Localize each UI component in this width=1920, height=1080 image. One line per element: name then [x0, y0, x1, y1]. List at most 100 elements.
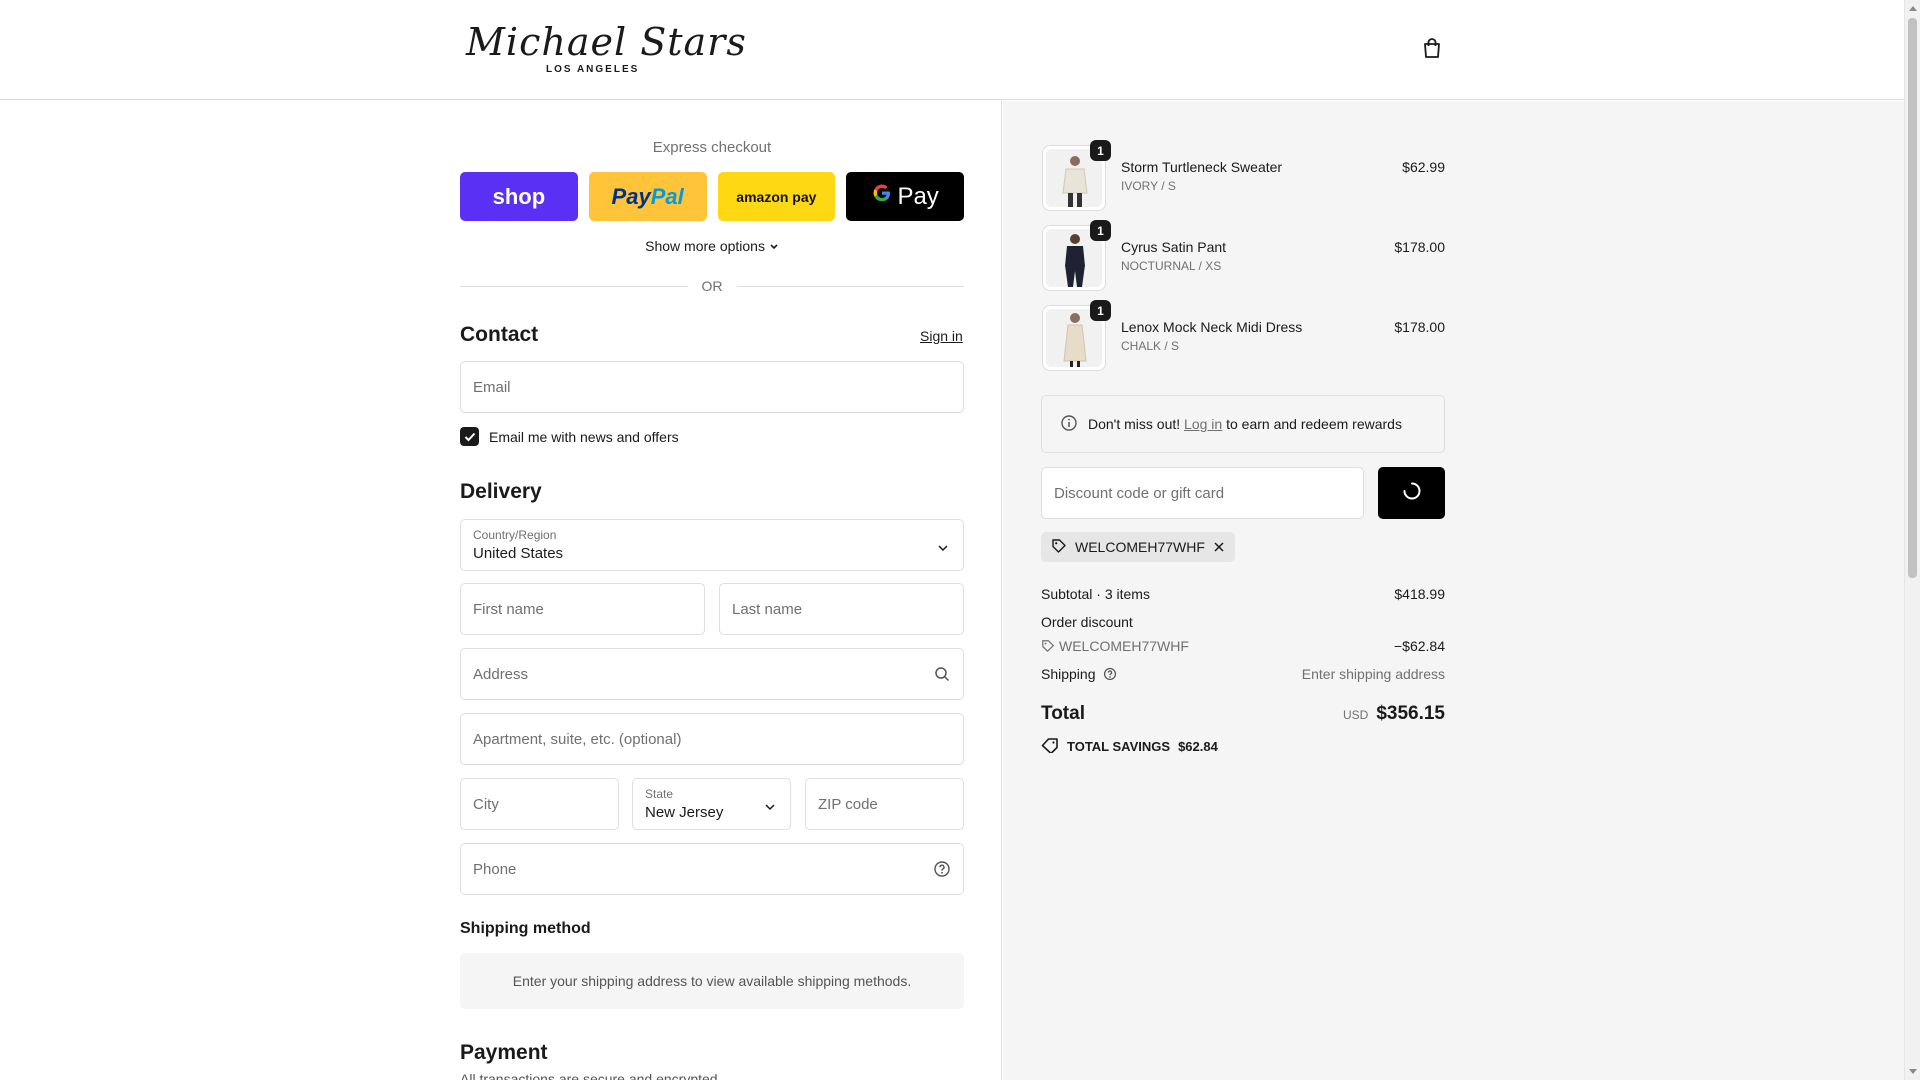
email-field[interactable]	[460, 361, 964, 413]
delivery-heading: Delivery	[460, 480, 542, 503]
search-icon	[933, 665, 951, 688]
discount-value: −$62.84	[1394, 638, 1445, 654]
shipping-row: Shipping Enter shipping address	[1041, 666, 1445, 682]
apartment-field[interactable]	[460, 713, 964, 765]
apartment-input[interactable]	[461, 714, 963, 764]
address-input[interactable]	[461, 649, 963, 699]
chevron-down-icon	[769, 238, 779, 254]
subtotal-value: $418.99	[1394, 586, 1445, 602]
checkmark-icon	[464, 432, 475, 441]
shipping-label-group: Shipping	[1041, 666, 1117, 682]
tag-icon	[1041, 737, 1059, 756]
shop-pay-button[interactable]: shop	[460, 172, 578, 221]
amazon-pay-label: amazon pay	[736, 188, 817, 205]
scrollbar-thumb[interactable]	[1908, 18, 1917, 578]
country-select[interactable]: Country/Region United States	[460, 519, 964, 571]
savings-label: TOTAL SAVINGS	[1067, 739, 1171, 754]
amazon-pay-button[interactable]: amazon pay	[717, 172, 836, 221]
google-pay-button[interactable]: Pay	[846, 172, 964, 221]
brand-logo-subtitle: LOS ANGELES	[546, 64, 640, 75]
contact-heading: Contact	[460, 323, 539, 346]
rewards-login-link[interactable]: Log in	[1184, 416, 1222, 432]
page-scrollbar[interactable]	[1904, 0, 1920, 1080]
state-select[interactable]: State New Jersey	[632, 778, 791, 830]
chevron-down-icon	[764, 799, 776, 817]
newsletter-checkbox-row[interactable]: Email me with news and offers	[460, 427, 679, 446]
item-price: $62.99	[1402, 159, 1445, 175]
site-header: Michael Stars LOS ANGELES	[0, 0, 1904, 100]
item-name: Lenox Mock Neck Midi Dress	[1121, 319, 1303, 335]
close-icon[interactable]	[1213, 541, 1225, 553]
sign-in-link[interactable]: Sign in	[920, 328, 963, 344]
payment-heading: Payment	[460, 1041, 548, 1064]
shipping-method-heading: Shipping method	[460, 920, 591, 937]
item-variant: NOCTURNAL / XS	[1121, 259, 1222, 273]
or-text: OR	[701, 278, 723, 294]
loading-spinner-icon	[1402, 481, 1422, 506]
divider-line-right	[736, 285, 964, 287]
payment-subtitle: All transactions are secure and encrypte…	[460, 1071, 722, 1080]
city-input[interactable]	[461, 779, 618, 829]
zip-code-field[interactable]	[805, 778, 964, 830]
shipping-value: Enter shipping address	[1301, 666, 1445, 682]
subtotal-label: Subtotal · 3 items	[1041, 586, 1150, 602]
product-thumbnail: 1	[1042, 140, 1111, 211]
order-discount-row: Order discount	[1041, 614, 1445, 630]
paypal-label-part1: Pay	[611, 183, 651, 209]
country-label: Country/Region	[473, 528, 557, 542]
apply-discount-button[interactable]	[1378, 467, 1445, 519]
zip-code-input[interactable]	[806, 779, 963, 829]
phone-input[interactable]	[461, 844, 963, 894]
rewards-prefix: Don't miss out!	[1088, 416, 1181, 432]
discount-code-row: WELCOMEH77WHF −$62.84	[1041, 638, 1445, 654]
quantity-badge: 1	[1090, 140, 1111, 161]
help-circle-icon[interactable]	[933, 860, 951, 883]
total-savings: TOTAL SAVINGS $62.84	[1041, 737, 1218, 756]
divider-line-left	[460, 285, 688, 287]
chevron-down-icon	[937, 540, 949, 558]
state-label: State	[645, 787, 674, 801]
google-g-icon	[871, 182, 893, 211]
city-field[interactable]	[460, 778, 619, 830]
first-name-input[interactable]	[461, 584, 704, 634]
scroll-up-arrow-icon[interactable]	[1909, 6, 1917, 11]
country-value: United States	[473, 545, 564, 562]
address-field[interactable]	[460, 648, 964, 700]
item-name: Cyrus Satin Pant	[1121, 239, 1227, 255]
show-more-options-button[interactable]: Show more options	[460, 238, 964, 254]
google-pay-label: Pay	[897, 182, 939, 210]
shipping-label: Shipping	[1041, 666, 1096, 682]
item-price: $178.00	[1394, 239, 1445, 255]
paypal-button[interactable]: Pay Pal	[588, 172, 707, 221]
savings-value: $62.84	[1178, 739, 1218, 754]
cart-button[interactable]	[1418, 36, 1446, 64]
rewards-banner: Don't miss out! Log in to earn and redee…	[1041, 395, 1445, 453]
shop-pay-label: shop	[492, 183, 546, 209]
applied-discount-chip: WELCOMEH77WHF	[1041, 532, 1235, 562]
last-name-field[interactable]	[719, 583, 964, 635]
order-discount-label: Order discount	[1041, 614, 1133, 630]
scroll-down-arrow-icon[interactable]	[1909, 1069, 1917, 1074]
state-value: New Jersey	[645, 804, 724, 821]
item-variant: CHALK / S	[1121, 339, 1180, 353]
discount-code-text: WELCOMEH77WHF	[1059, 638, 1189, 654]
total-currency: USD	[1342, 708, 1369, 722]
discount-code-line: WELCOMEH77WHF	[1041, 638, 1189, 654]
first-name-field[interactable]	[460, 583, 705, 635]
product-thumbnail: 1	[1042, 300, 1111, 371]
phone-field[interactable]	[460, 843, 964, 895]
tag-icon	[1051, 538, 1067, 557]
cart-item: 1 Cyrus Satin Pant NOCTURNAL / XS $178.0…	[1040, 220, 1445, 291]
last-name-input[interactable]	[720, 584, 963, 634]
shipping-method-note: Enter your shipping address to view avai…	[460, 953, 964, 1009]
brand-logo[interactable]: Michael Stars LOS ANGELES	[460, 18, 746, 80]
quantity-badge: 1	[1090, 220, 1111, 241]
discount-code-field[interactable]	[1041, 467, 1364, 519]
email-input[interactable]	[461, 362, 963, 412]
applied-discount-code: WELCOMEH77WHF	[1075, 539, 1205, 555]
help-circle-icon[interactable]	[1103, 667, 1117, 681]
discount-code-input[interactable]	[1042, 468, 1363, 518]
newsletter-checkbox[interactable]	[460, 427, 479, 446]
cart-item: 1 Lenox Mock Neck Midi Dress CHALK / S $…	[1040, 300, 1445, 371]
total-amount: USD $356.15	[1343, 703, 1445, 725]
